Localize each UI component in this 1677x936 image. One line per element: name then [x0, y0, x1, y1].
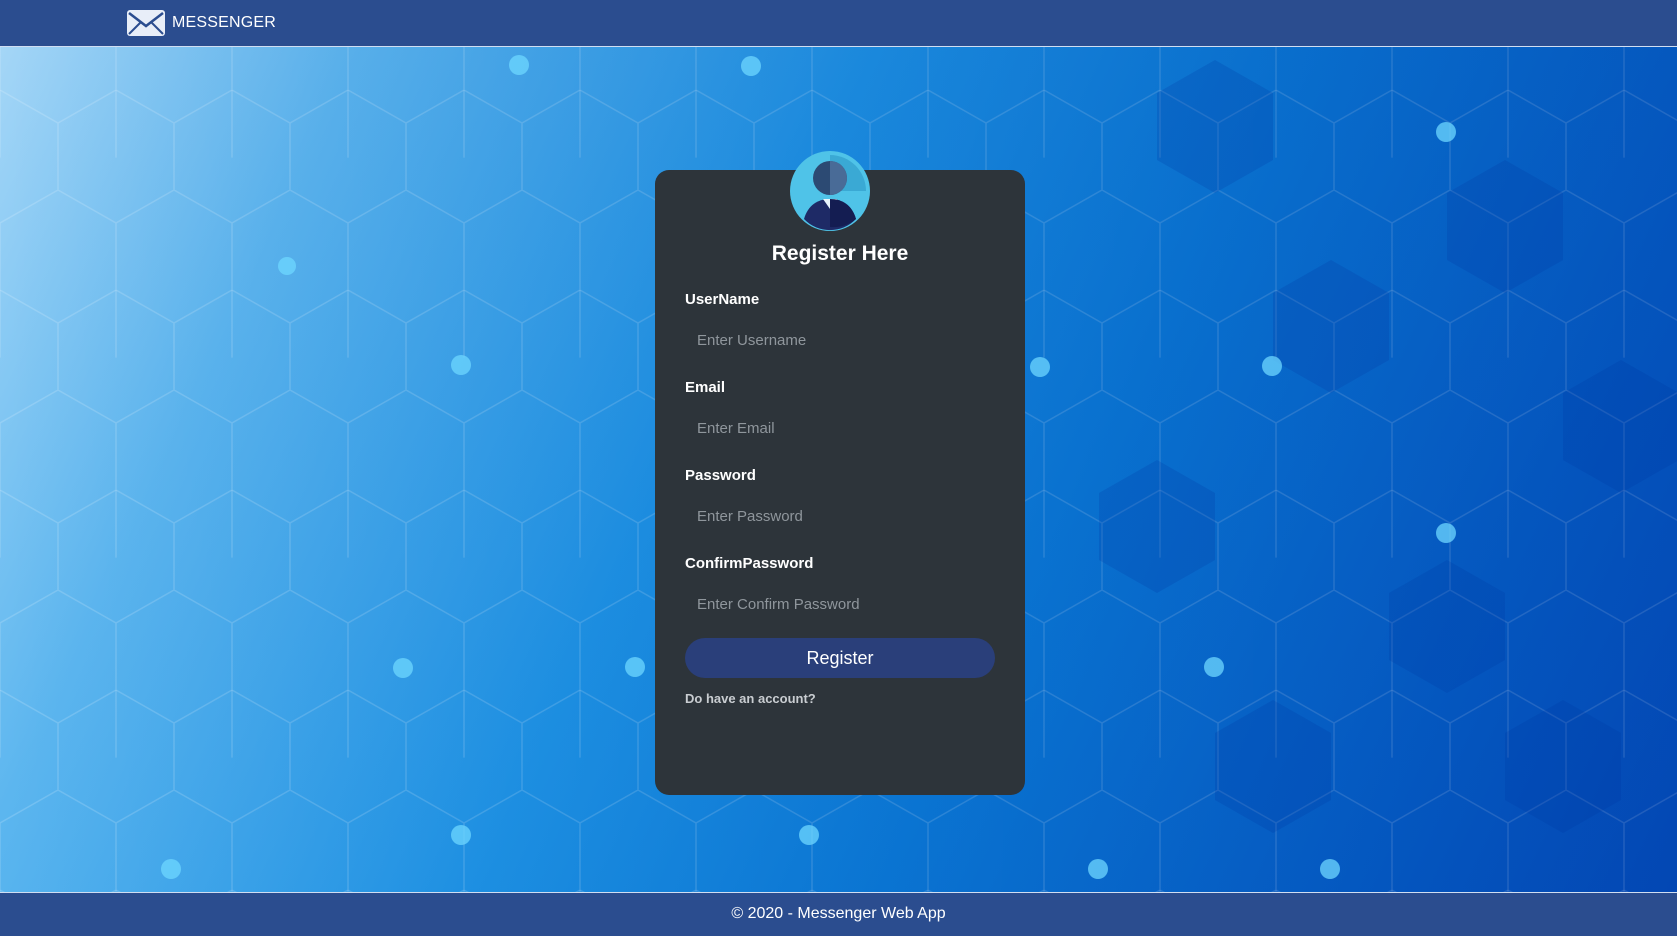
- page-footer: © 2020 - Messenger Web App: [0, 892, 1677, 936]
- password-input[interactable]: [685, 500, 995, 532]
- brand-link[interactable]: MESSENGER: [126, 9, 276, 37]
- register-card: Register Here UserName Email Password Co…: [655, 170, 1025, 795]
- email-label: Email: [685, 379, 726, 396]
- username-label: UserName: [685, 291, 760, 308]
- top-navbar: MESSENGER: [0, 0, 1677, 47]
- confirm-password-label: ConfirmPassword: [685, 555, 814, 572]
- form-title: Register Here: [771, 242, 909, 265]
- password-label: Password: [685, 467, 756, 484]
- brand-name: MESSENGER: [172, 14, 277, 31]
- register-button[interactable]: Register: [685, 638, 995, 678]
- copyright-text: © 2020 - Messenger Web App: [731, 905, 946, 922]
- email-input[interactable]: [685, 412, 995, 444]
- user-avatar-icon: [790, 151, 870, 231]
- envelope-icon: [127, 10, 165, 36]
- confirm-password-input[interactable]: [685, 588, 995, 620]
- login-link[interactable]: Do have an account?: [685, 691, 816, 706]
- username-input[interactable]: [685, 324, 995, 356]
